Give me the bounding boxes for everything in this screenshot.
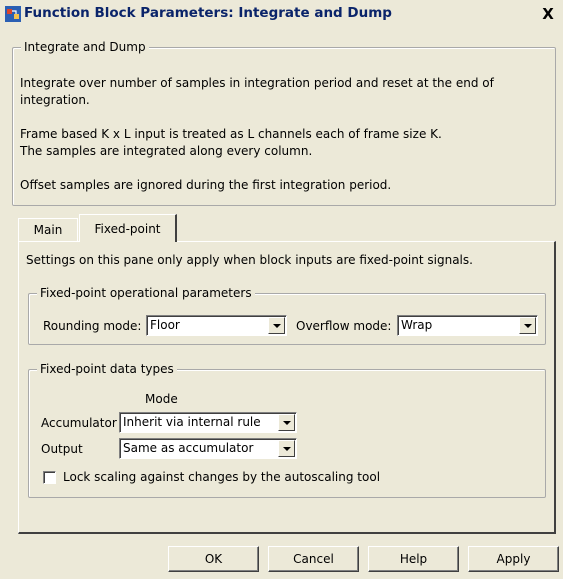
- mode-column-header: Mode: [145, 392, 178, 406]
- chevron-down-icon[interactable]: [519, 317, 536, 334]
- accumulator-mode-value: Inherit via internal rule: [123, 415, 261, 429]
- title-bar[interactable]: Function Block Parameters: Integrate and…: [0, 0, 563, 28]
- lock-scaling-label[interactable]: Lock scaling against changes by the auto…: [63, 469, 380, 485]
- ok-button[interactable]: OK: [168, 546, 259, 572]
- rounding-mode-value: Floor: [150, 318, 180, 332]
- chevron-down-icon[interactable]: [278, 414, 295, 431]
- description-line-4: The samples are integrated along every c…: [20, 144, 313, 158]
- description-line-2: integration.: [20, 93, 90, 107]
- apply-button[interactable]: Apply: [468, 546, 559, 572]
- tab-fixed-point[interactable]: Fixed-point: [79, 214, 177, 242]
- description-line-1: Integrate over number of samples in inte…: [20, 76, 494, 90]
- accumulator-mode-select[interactable]: Inherit via internal rule: [119, 412, 297, 433]
- output-mode-select[interactable]: Same as accumulator: [119, 438, 297, 459]
- window-title: Function Block Parameters: Integrate and…: [24, 5, 392, 21]
- fixed-point-intro-text: Settings on this pane only apply when bl…: [26, 253, 473, 267]
- data-types-legend: Fixed-point data types: [37, 361, 177, 377]
- tab-main[interactable]: Main: [18, 218, 78, 242]
- dialog-window: Function Block Parameters: Integrate and…: [0, 0, 563, 579]
- overflow-mode-value: Wrap: [401, 318, 433, 332]
- cancel-button[interactable]: Cancel: [268, 546, 359, 572]
- close-button[interactable]: X: [539, 5, 557, 23]
- block-description-legend: Integrate and Dump: [21, 39, 149, 55]
- overflow-mode-label: Overflow mode:: [296, 319, 392, 333]
- rounding-mode-label: Rounding mode:: [43, 319, 142, 333]
- description-line-3: Frame based K x L input is treated as L …: [20, 127, 442, 141]
- overflow-mode-select[interactable]: Wrap: [397, 315, 538, 336]
- rounding-mode-select[interactable]: Floor: [146, 315, 287, 336]
- operational-parameters-legend: Fixed-point operational parameters: [37, 285, 255, 301]
- lock-scaling-checkbox[interactable]: [43, 471, 56, 484]
- chevron-down-icon[interactable]: [278, 440, 295, 457]
- output-mode-value: Same as accumulator: [123, 441, 254, 455]
- help-button[interactable]: Help: [368, 546, 459, 572]
- accumulator-label: Accumulator: [41, 416, 117, 430]
- simulink-block-icon: [5, 6, 21, 22]
- output-label: Output: [41, 442, 83, 456]
- description-line-5: Offset samples are ignored during the fi…: [20, 178, 392, 192]
- chevron-down-icon[interactable]: [268, 317, 285, 334]
